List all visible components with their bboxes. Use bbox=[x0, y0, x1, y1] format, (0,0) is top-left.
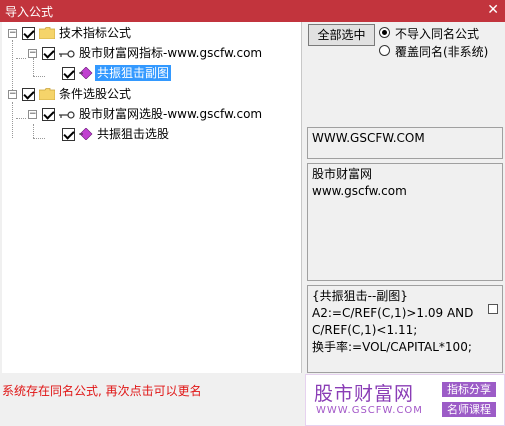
collapse-icon[interactable]: − bbox=[8, 90, 17, 99]
formula-line: C/REF(C,1)<1.11; bbox=[312, 323, 418, 337]
status-message: 系统存在同名公式, 再次点击可以更名 bbox=[2, 384, 202, 398]
formula-tree[interactable]: − 技术指标公式 − 股市财富网指标-www.gscfw.com 共振狙击副图 … bbox=[2, 22, 302, 373]
watermark-logo: 股市财富网 WWW.GSCFW.COM 指标分享 名师课程 bbox=[305, 374, 505, 426]
tree-node-label: 条件选股公式 bbox=[59, 87, 132, 101]
tree-node-resonance-screen[interactable]: 共振狙击选股 bbox=[2, 126, 202, 144]
folder-icon bbox=[39, 88, 55, 100]
watermark-tag-course: 名师课程 bbox=[442, 402, 496, 417]
collapse-icon[interactable]: − bbox=[8, 29, 17, 38]
title-bar: 导入公式 ✕ bbox=[0, 0, 505, 22]
tree-checkbox[interactable] bbox=[22, 27, 35, 40]
radio-button[interactable] bbox=[379, 27, 390, 38]
tree-node-indicator-group[interactable]: − 股市财富网指标-www.gscfw.com bbox=[2, 45, 302, 63]
folder-icon bbox=[39, 27, 55, 39]
tree-checkbox[interactable] bbox=[42, 108, 55, 121]
tree-node-label: 共振狙击副图 bbox=[95, 65, 172, 81]
tree-node-resonance-subchart[interactable]: 共振狙击副图 bbox=[2, 65, 202, 83]
collapse-icon[interactable]: − bbox=[28, 49, 37, 58]
tree-node-screening-group[interactable]: − 股市财富网选股-www.gscfw.com bbox=[2, 106, 302, 124]
source-url-box: WWW.GSCFW.COM bbox=[307, 127, 503, 159]
options-panel: 全部选中 不导入同名公式 覆盖同名(非系统) WWW.GSCFW.COM 股市财… bbox=[305, 22, 505, 377]
watermark-main-text: 股市财富网 bbox=[314, 383, 415, 405]
close-icon[interactable]: ✕ bbox=[487, 2, 499, 18]
tree-node-label: 共振狙击选股 bbox=[97, 127, 170, 141]
watermark-tag-share: 指标分享 bbox=[442, 382, 496, 397]
tree-checkbox[interactable] bbox=[62, 128, 75, 141]
formula-line: 换手率:=VOL/CAPITAL*100; bbox=[312, 340, 472, 354]
tree-node-label: 技术指标公式 bbox=[59, 26, 132, 40]
radio-label: 覆盖同名(非系统) bbox=[395, 45, 489, 59]
description-line: 股市财富网 bbox=[312, 167, 373, 181]
formula-gem-icon bbox=[79, 128, 93, 140]
preview-checkbox[interactable] bbox=[488, 304, 498, 314]
tree-checkbox[interactable] bbox=[42, 47, 55, 60]
source-url: WWW.GSCFW.COM bbox=[312, 131, 425, 145]
formula-preview-box[interactable]: {共振狙击--副图} A2:=C/REF(C,1)>1.09 AND C/REF… bbox=[307, 285, 503, 373]
collapse-icon[interactable]: − bbox=[28, 110, 37, 119]
description-line: www.gscfw.com bbox=[312, 184, 407, 198]
tree-checkbox[interactable] bbox=[22, 88, 35, 101]
key-icon bbox=[59, 111, 75, 119]
window-title: 导入公式 bbox=[5, 5, 54, 19]
dialog-body: − 技术指标公式 − 股市财富网指标-www.gscfw.com 共振狙击副图 … bbox=[0, 22, 505, 426]
select-all-button[interactable]: 全部选中 bbox=[308, 24, 375, 46]
tree-node-label: 股市财富网选股-www.gscfw.com bbox=[79, 107, 263, 121]
formula-gem-icon bbox=[79, 67, 93, 79]
formula-line: A2:=C/REF(C,1)>1.09 AND bbox=[312, 306, 474, 320]
radio-label: 不导入同名公式 bbox=[395, 27, 480, 41]
tree-node-stock-screening[interactable]: − 条件选股公式 bbox=[2, 86, 202, 104]
description-box: 股市财富网 www.gscfw.com bbox=[307, 163, 503, 281]
key-icon bbox=[59, 50, 75, 58]
radio-button[interactable] bbox=[379, 45, 390, 56]
formula-line: {共振狙击--副图} bbox=[312, 289, 408, 303]
tree-node-label: 股市财富网指标-www.gscfw.com bbox=[79, 46, 263, 60]
tree-checkbox[interactable] bbox=[62, 67, 75, 80]
tree-node-tech-indicators[interactable]: − 技术指标公式 bbox=[2, 25, 202, 43]
